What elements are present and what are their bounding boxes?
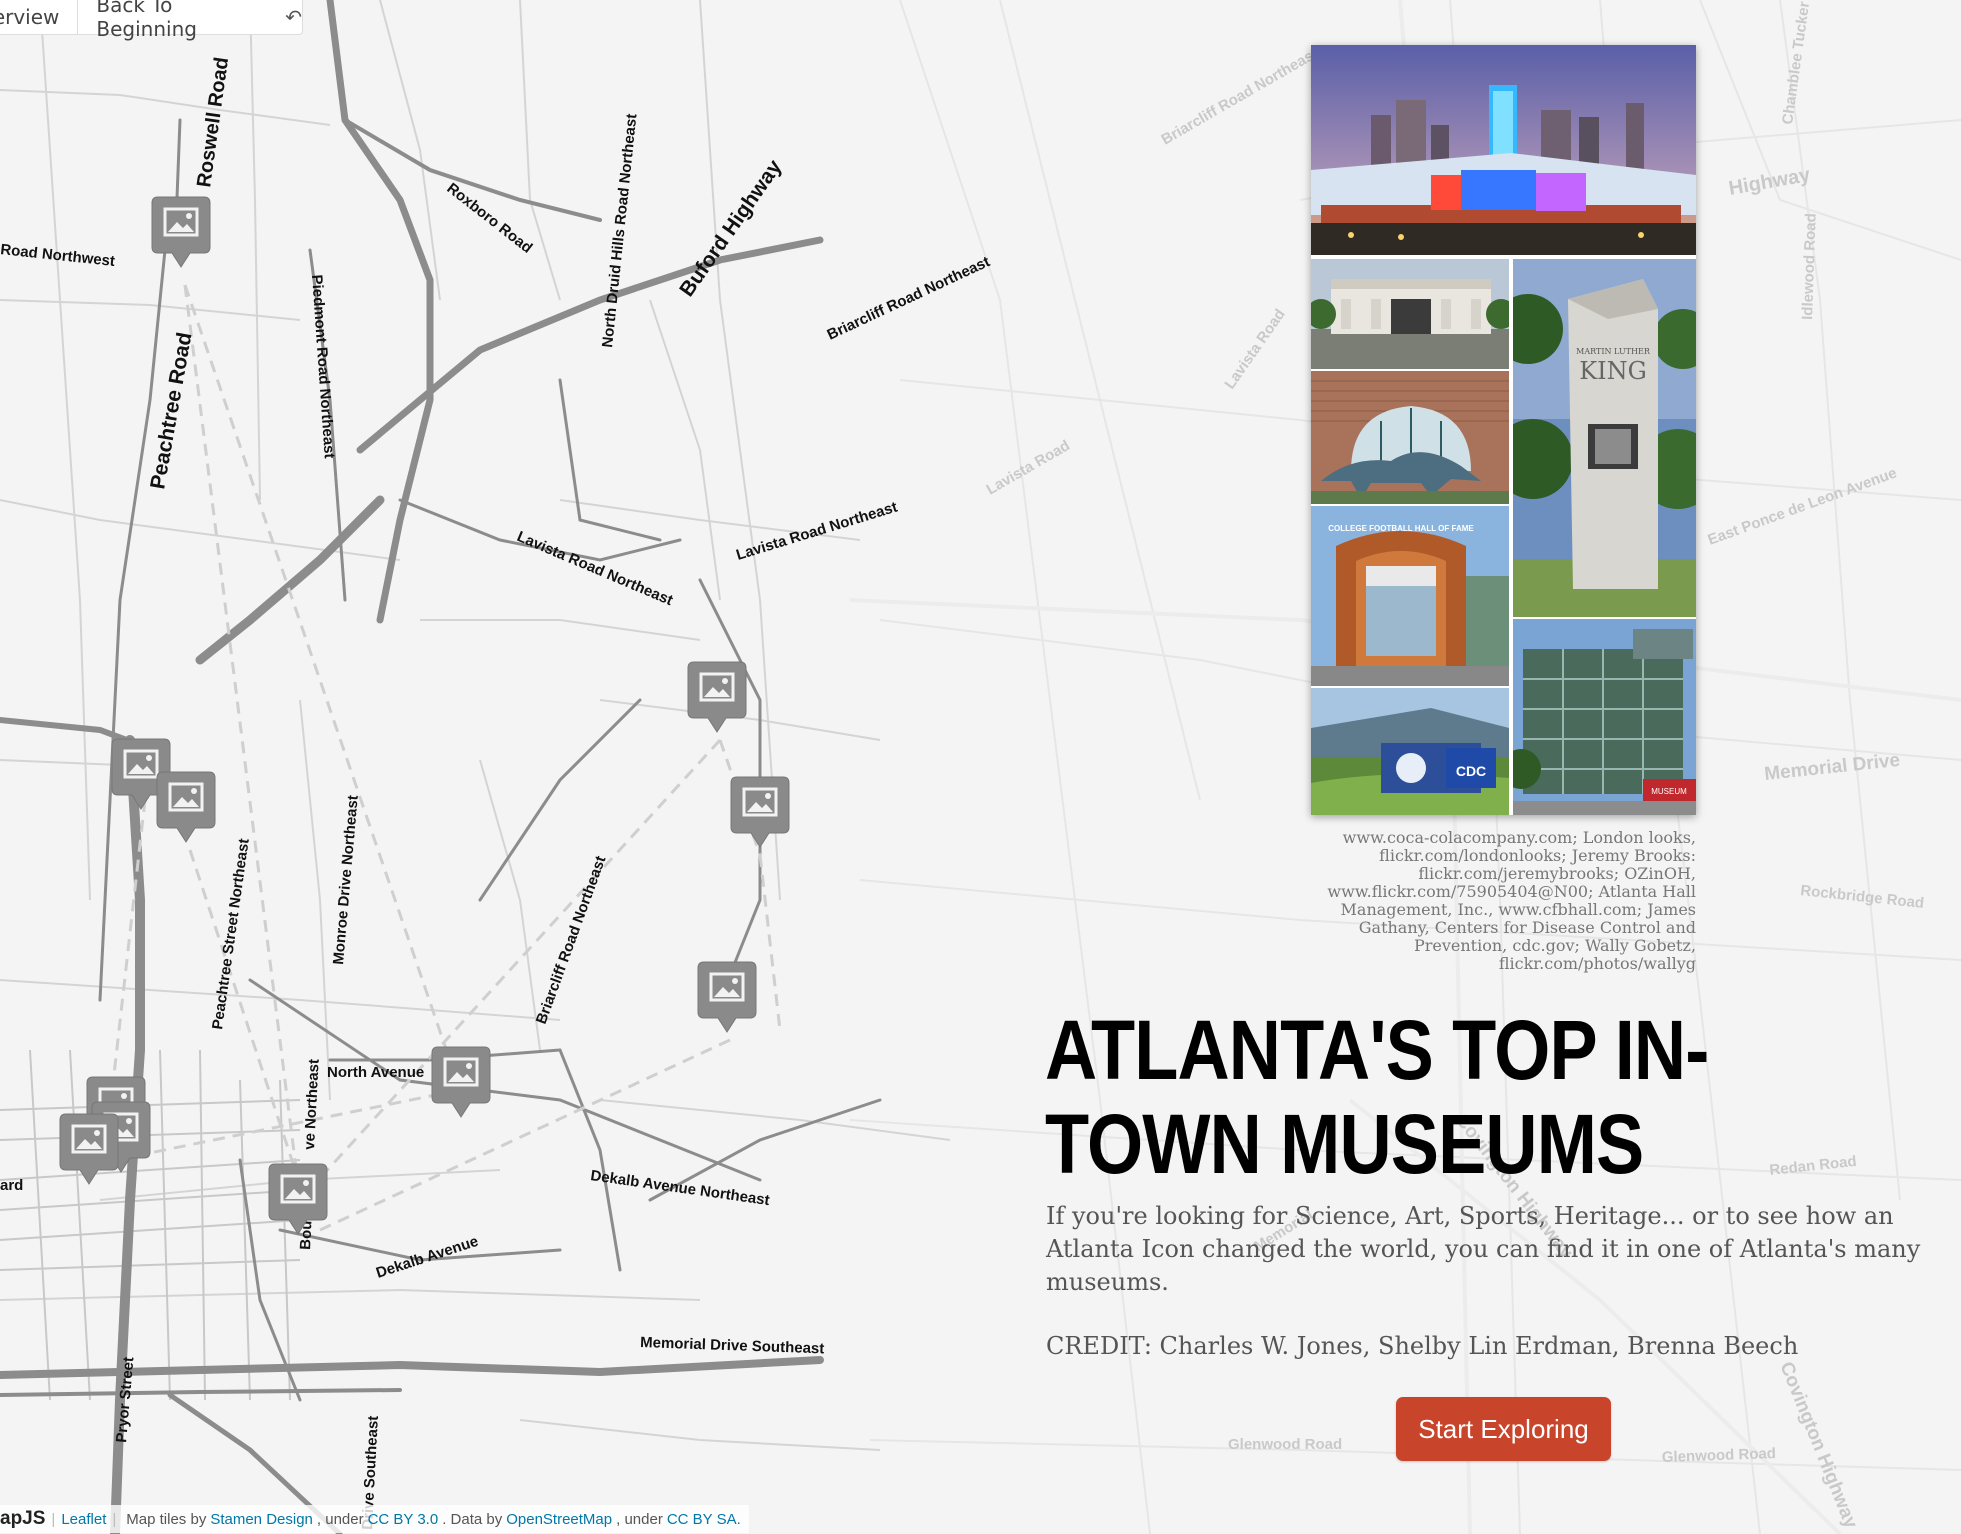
reply-arrow-icon: ↶ [285,5,302,29]
attribution-divider: | [112,1510,117,1528]
map-marker[interactable] [267,1162,329,1238]
collage-photo-fernbank-dinosaur [1311,371,1509,504]
stamen-link[interactable]: Stamen Design [210,1511,313,1528]
start-exploring-button[interactable]: Start Exploring [1396,1397,1611,1461]
map-marker[interactable] [686,660,748,736]
map-marker[interactable] [58,1112,120,1188]
cc-by-link[interactable]: CC BY 3.0 [368,1511,439,1528]
intro-credit: CREDIT: Charles W. Jones, Shelby Lin Erd… [1046,1332,1799,1360]
map-marker[interactable] [430,1045,492,1121]
hall-of-fame-sign: COLLEGE FOOTBALL HALL OF FAME [1328,524,1474,533]
map-marker[interactable] [150,195,212,271]
map-marker[interactable] [696,960,758,1036]
openstreetmap-link[interactable]: OpenStreetMap [506,1511,612,1528]
back-to-beginning-label: Back To Beginning [96,0,197,41]
road-label: North Avenue [327,1064,424,1081]
image-marker-icon [268,1163,328,1235]
map-marker[interactable] [155,770,217,846]
image-marker-icon [59,1113,119,1185]
top-navigation: Overview Back To Beginning ↶ [0,0,303,41]
mlk-monument-inscription-line1: MARTIN LUTHER [1576,347,1651,356]
collage-photo-museum-building [1311,259,1509,369]
page-title: ATLANTA'S TOP IN-TOWN MUSEUMS [1045,1003,1709,1191]
image-marker-icon [151,196,211,268]
back-to-beginning-button[interactable]: Back To Beginning ↶ [96,0,302,41]
collage-photo-hall-of-fame: COLLEGE FOOTBALL HALL OF FAME [1311,506,1509,686]
attribution-text: . Data by [442,1510,503,1528]
map-marker[interactable] [729,775,791,851]
cdc-sign: CDC [1456,763,1486,779]
collage-photo-mlk-monument: MARTIN LUTHER KING [1513,259,1696,617]
image-marker-icon [431,1046,491,1118]
leaflet-link[interactable]: Leaflet [61,1511,106,1528]
overview-link[interactable]: Overview [0,5,59,29]
attribution-text: Map tiles by [126,1510,207,1528]
nav-divider [77,0,79,34]
photo-collage: MARTIN LUTHER KING COLLEGE FOOTBALL HALL… [1311,45,1696,815]
collage-photo-glass-building: MUSEUM [1513,619,1696,815]
image-marker-icon [730,776,790,848]
image-marker-icon [687,661,747,733]
mlk-monument-inscription-line2: KING [1579,357,1647,385]
attribution-divider: | [51,1510,56,1528]
attribution-text: , under [316,1510,364,1528]
collage-photo-coca-cola [1311,45,1696,255]
photo-credits: www.coca-colacompany.com; London looks, … [1327,828,1696,973]
intro-description: If you're looking for Science, Art, Spor… [1046,1202,1921,1296]
road-label: ard [0,1177,23,1194]
museum-sign: MUSEUM [1651,787,1687,796]
storymap-brand[interactable]: apJS [0,1508,45,1530]
attribution-text: , under [616,1510,663,1528]
image-marker-icon [697,961,757,1033]
road-label: Glenwood Road [1228,1436,1342,1453]
map-attribution: apJS | Leaflet | Map tiles by Stamen Des… [0,1505,749,1533]
collage-photo-cdc: CDC [1311,688,1509,815]
image-marker-icon [156,771,216,843]
cc-by-sa-link[interactable]: CC BY SA. [667,1511,741,1528]
